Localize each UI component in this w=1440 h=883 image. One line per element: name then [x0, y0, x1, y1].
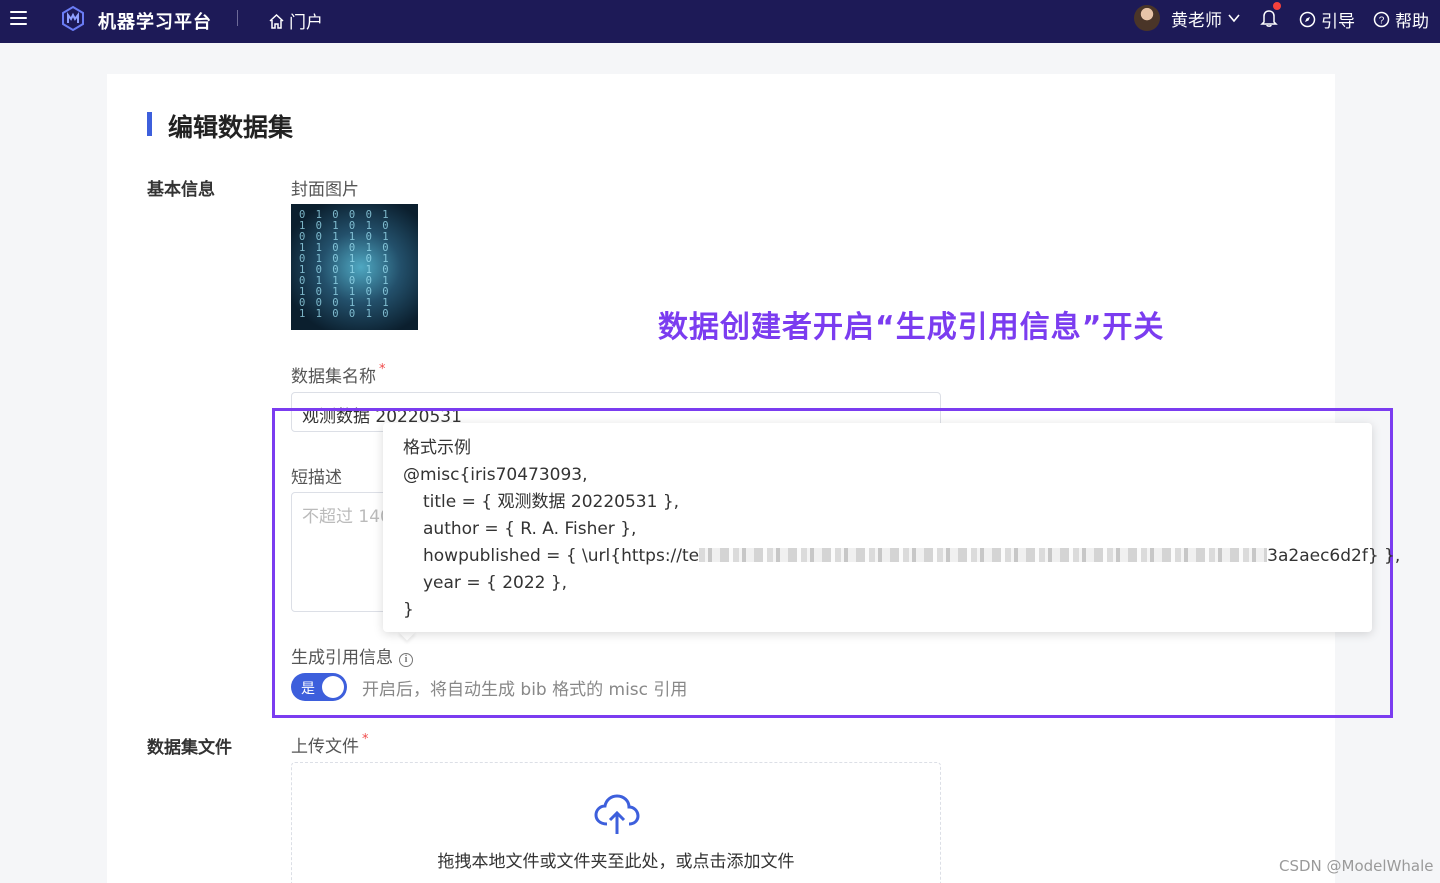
- cover-image[interactable]: 0 1 0 0 0 1 1 0 1 0 1 0 0 0 1 1 0 1 1 1 …: [291, 204, 418, 330]
- tooltip-line: }: [403, 600, 414, 620]
- portal-link[interactable]: 门户: [268, 8, 323, 33]
- annotation-caption: 数据创建者开启“生成引用信息”开关: [658, 310, 1165, 345]
- help-icon: ?: [1373, 11, 1390, 28]
- tooltip-line: @misc{iris70473093,: [403, 465, 588, 485]
- title-accent-bar: [147, 112, 152, 136]
- portal-label: 门户: [289, 13, 323, 33]
- csdn-watermark: CSDN @ModelWhale: [1279, 857, 1434, 875]
- upload-file-label: 上传文件 *: [291, 732, 369, 757]
- upload-dropzone[interactable]: 拖拽本地文件或文件夹至此处，或点击添加文件: [291, 762, 941, 883]
- help-label: 帮助: [1395, 12, 1429, 32]
- compass-icon: [1299, 11, 1316, 28]
- cover-image-digits: 0 1 0 0 0 1 1 0 1 0 1 0 0 0 1 1 0 1 1 1 …: [299, 209, 391, 320]
- upload-instructions: 拖拽本地文件或文件夹至此处，或点击添加文件: [437, 852, 795, 872]
- notification-badge: [1273, 2, 1281, 10]
- tooltip-heading: 格式示例: [403, 438, 471, 458]
- cover-image-label: 封面图片: [291, 180, 359, 200]
- top-nav-bar: 机器学习平台 门户 黄老师 引导 ? 帮助: [0, 0, 1440, 43]
- home-icon: [269, 13, 284, 29]
- bell-icon[interactable]: [1260, 8, 1278, 28]
- tooltip-line: author = { R. A. Fisher },: [423, 519, 637, 539]
- menu-icon[interactable]: [10, 11, 27, 25]
- platform-logo-icon[interactable]: [60, 5, 86, 31]
- user-name: 黄老师: [1171, 10, 1222, 31]
- dataset-name-label: 数据集名称 *: [291, 362, 386, 387]
- tooltip-line: year = { 2022 },: [423, 573, 568, 593]
- help-link[interactable]: ? 帮助: [1373, 7, 1429, 32]
- guide-label: 引导: [1321, 12, 1355, 32]
- cloud-upload-icon: [594, 794, 640, 834]
- redacted-url: [699, 548, 1268, 562]
- nav-divider: [237, 10, 238, 26]
- page-title: 编辑数据集: [168, 113, 294, 142]
- user-menu[interactable]: 黄老师: [1134, 5, 1242, 31]
- tooltip-line: title = { 观测数据 20220531 },: [423, 492, 680, 512]
- basic-info-label: 基本信息: [147, 180, 215, 200]
- citation-format-tooltip: 格式示例 @misc{iris70473093, title = { 观测数据 …: [383, 423, 1401, 632]
- chevron-down-icon: [1228, 14, 1240, 23]
- tooltip-url-line: howpublished = { \url{https://te 3a2aec6d…: [423, 546, 1401, 566]
- dataset-files-label: 数据集文件: [147, 738, 232, 758]
- guide-link[interactable]: 引导: [1299, 7, 1355, 32]
- app-name[interactable]: 机器学习平台: [98, 8, 212, 34]
- avatar: [1134, 5, 1160, 31]
- svg-text:?: ?: [1379, 16, 1385, 27]
